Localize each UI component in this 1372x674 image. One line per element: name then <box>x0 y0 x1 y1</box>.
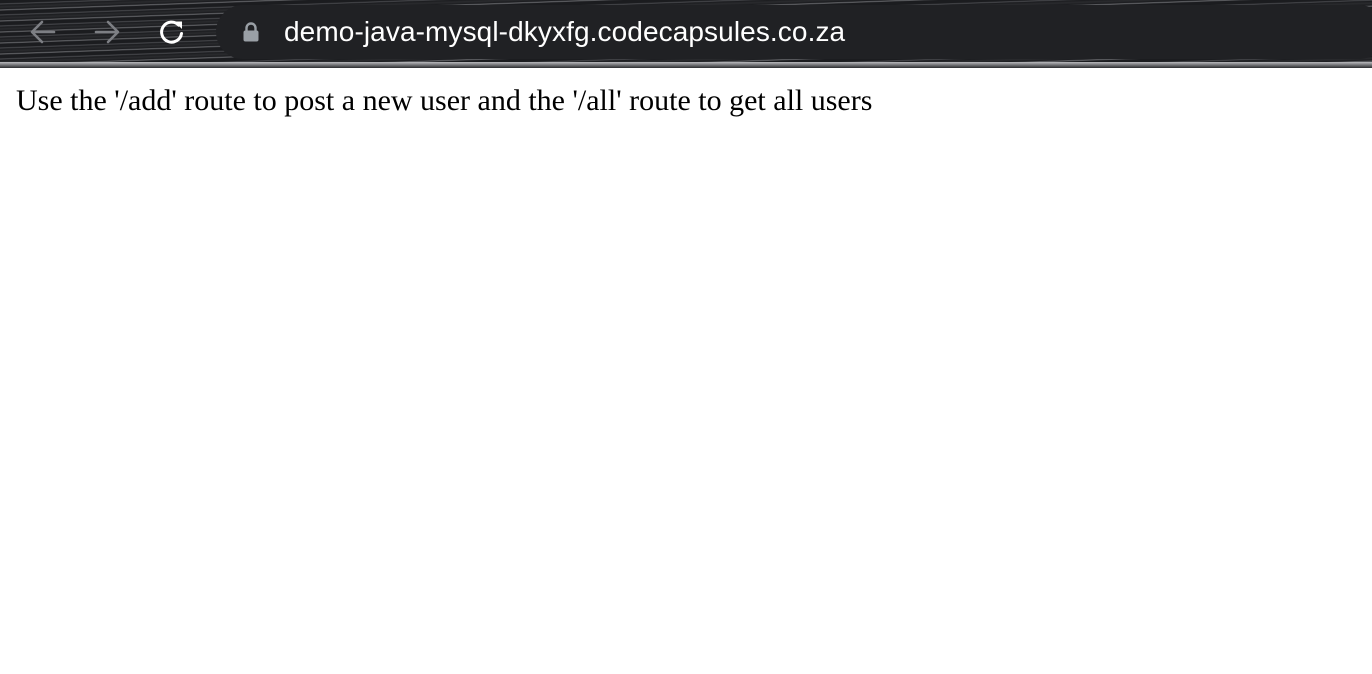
address-bar[interactable]: demo-java-mysql-dkyxfg.codecapsules.co.z… <box>216 5 1372 59</box>
url-text[interactable]: demo-java-mysql-dkyxfg.codecapsules.co.z… <box>284 16 845 48</box>
forward-button[interactable] <box>89 14 125 50</box>
page-body-text: Use the '/add' route to post a new user … <box>16 84 873 117</box>
back-button[interactable] <box>25 14 61 50</box>
browser-toolbar: demo-java-mysql-dkyxfg.codecapsules.co.z… <box>0 0 1372 68</box>
lock-icon[interactable] <box>241 20 261 44</box>
arrow-right-icon <box>91 16 123 48</box>
reload-icon <box>156 16 188 48</box>
reload-button[interactable] <box>154 14 190 50</box>
arrow-left-icon <box>27 16 59 48</box>
